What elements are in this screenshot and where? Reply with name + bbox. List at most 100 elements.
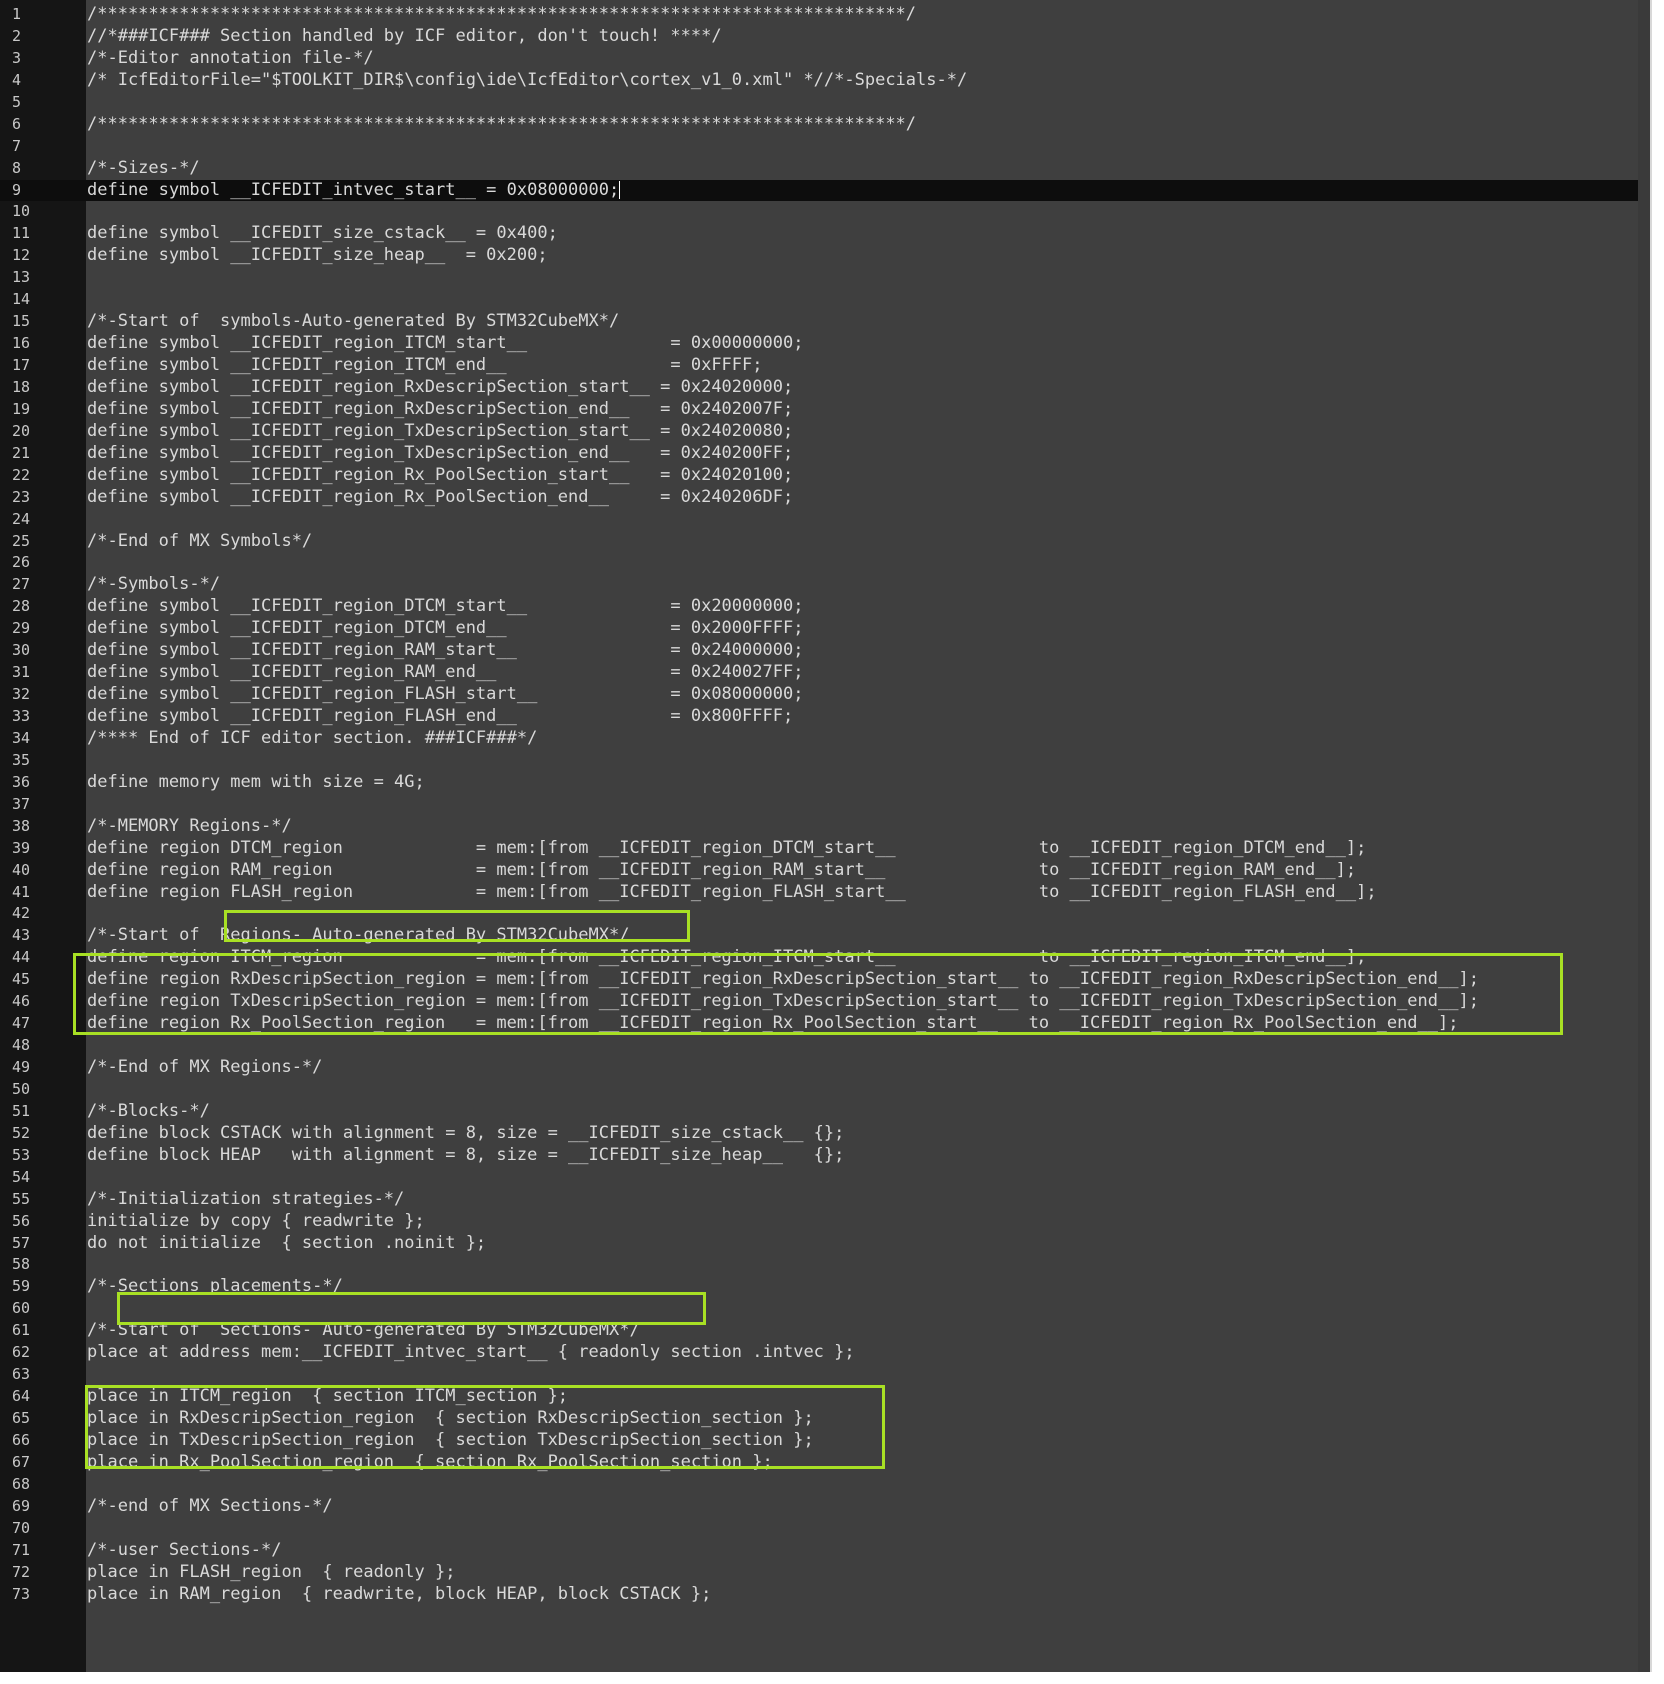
line-text[interactable]: /*-Symbols-*/ xyxy=(87,574,220,596)
code-line[interactable]: 73 place in RAM_region { readwrite, block… xyxy=(0,1584,1650,1606)
line-text[interactable]: define region FLASH_region = mem:[from _… xyxy=(87,882,1377,904)
line-text[interactable]: /*-Sizes-*/ xyxy=(87,158,200,180)
code-line[interactable]: 38 /*-MEMORY Regions-*/ xyxy=(0,816,1650,838)
code-line[interactable]: 1 /**************************************… xyxy=(0,4,1650,26)
code-line[interactable]: 64 place in ITCM_region { section ITCM_se… xyxy=(0,1386,1650,1408)
code-line[interactable]: 51 /*-Blocks-*/ xyxy=(0,1101,1650,1123)
line-text[interactable]: define symbol __ICFEDIT_region_RAM_start… xyxy=(87,640,803,662)
line-text[interactable]: /***************************************… xyxy=(87,4,916,26)
code-line[interactable]: 33 define symbol __ICFEDIT_region_FLASH_e… xyxy=(0,706,1650,728)
line-text[interactable]: define region RAM_region = mem:[from __I… xyxy=(87,860,1356,882)
line-text[interactable]: /*-user Sections-*/ xyxy=(87,1540,281,1562)
code-line[interactable]: 60 xyxy=(0,1298,1650,1320)
line-text[interactable]: define block CSTACK with alignment = 8, … xyxy=(87,1123,844,1145)
code-line[interactable]: 16 define symbol __ICFEDIT_region_ITCM_st… xyxy=(0,333,1650,355)
line-text[interactable]: define symbol __ICFEDIT_region_ITCM_end_… xyxy=(87,355,763,377)
line-text[interactable]: define region Rx_PoolSection_region = me… xyxy=(87,1013,1458,1035)
line-text[interactable]: define symbol __ICFEDIT_region_FLASH_sta… xyxy=(87,684,803,706)
line-text[interactable]: define region ITCM_region = mem:[from __… xyxy=(87,947,1366,969)
code-line[interactable]: 39 define region DTCM_region = mem:[from … xyxy=(0,838,1650,860)
code-line[interactable]: 34 /**** End of ICF editor section. ###IC… xyxy=(0,728,1650,750)
code-line[interactable]: 17 define symbol __ICFEDIT_region_ITCM_en… xyxy=(0,355,1650,377)
line-text[interactable]: do not initialize { section .noinit }; xyxy=(87,1233,486,1255)
code-line[interactable]: 31 define symbol __ICFEDIT_region_RAM_end… xyxy=(0,662,1650,684)
line-text[interactable]: /*-end of MX Sections-*/ xyxy=(87,1496,333,1518)
code-line[interactable]: 53 define block HEAP with alignment = 8, … xyxy=(0,1145,1650,1167)
code-line[interactable]: 22 define symbol __ICFEDIT_region_Rx_Pool… xyxy=(0,465,1650,487)
code-line[interactable]: 42 xyxy=(0,903,1650,925)
line-text[interactable]: /*-Sections placements-*/ xyxy=(87,1276,343,1298)
code-line[interactable]: 5 xyxy=(0,92,1650,114)
code-line[interactable]: 12 define symbol __ICFEDIT_size_heap__ = … xyxy=(0,245,1650,267)
line-text[interactable]: define symbol __ICFEDIT_region_RxDescrip… xyxy=(87,399,793,421)
code-line[interactable]: 44 define region ITCM_region = mem:[from … xyxy=(0,947,1650,969)
line-text[interactable]: /* IcfEditorFile="$TOOLKIT_DIR$\config\i… xyxy=(87,70,967,92)
code-line[interactable]: 35 xyxy=(0,750,1650,772)
line-text[interactable]: define region DTCM_region = mem:[from __… xyxy=(87,838,1366,860)
code-line[interactable]: 37 xyxy=(0,794,1650,816)
line-text[interactable]: define region RxDescripSection_region = … xyxy=(87,969,1479,991)
line-text[interactable]: /**** End of ICF editor section. ###ICF#… xyxy=(87,728,537,750)
line-text[interactable]: /*-Blocks-*/ xyxy=(87,1101,210,1123)
code-line[interactable]: 68 xyxy=(0,1474,1650,1496)
code-line[interactable]: 19 define symbol __ICFEDIT_region_RxDescr… xyxy=(0,399,1650,421)
line-text[interactable]: define symbol __ICFEDIT_region_TxDescrip… xyxy=(87,421,793,443)
line-text[interactable]: define symbol __ICFEDIT_region_Rx_PoolSe… xyxy=(87,465,793,487)
code-line[interactable]: 15 /*-Start of symbols-Auto-generated By … xyxy=(0,311,1650,333)
code-line[interactable]: 43 /*-Start of Regions- Auto-generated By… xyxy=(0,925,1650,947)
code-line[interactable]: 52 define block CSTACK with alignment = 8… xyxy=(0,1123,1650,1145)
code-line[interactable]: 70 xyxy=(0,1518,1650,1540)
line-text[interactable]: place in TxDescripSection_region { secti… xyxy=(87,1430,814,1452)
code-line[interactable]: 59 /*-Sections placements-*/ xyxy=(0,1276,1650,1298)
code-line[interactable]: 32 define symbol __ICFEDIT_region_FLASH_s… xyxy=(0,684,1650,706)
code-line[interactable]: 18 define symbol __ICFEDIT_region_RxDescr… xyxy=(0,377,1650,399)
code-line[interactable]: 10 xyxy=(0,201,1650,223)
line-text[interactable]: /*-Start of Regions- Auto-generated By S… xyxy=(87,925,629,947)
code-line[interactable]: 66 place in TxDescripSection_region { sec… xyxy=(0,1430,1650,1452)
code-line[interactable]: 65 place in RxDescripSection_region { sec… xyxy=(0,1408,1650,1430)
code-line[interactable]: 21 define symbol __ICFEDIT_region_TxDescr… xyxy=(0,443,1650,465)
line-text[interactable]: define symbol __ICFEDIT_region_Rx_PoolSe… xyxy=(87,487,793,509)
code-line[interactable]: 56 initialize by copy { readwrite }; xyxy=(0,1211,1650,1233)
code-line[interactable]: 20 define symbol __ICFEDIT_region_TxDescr… xyxy=(0,421,1650,443)
code-line[interactable]: 14 xyxy=(0,289,1650,311)
line-text[interactable]: define symbol __ICFEDIT_intvec_start__ =… xyxy=(87,180,621,202)
line-text[interactable]: /*-Initialization strategies-*/ xyxy=(87,1189,404,1211)
code-line[interactable]: 29 define symbol __ICFEDIT_region_DTCM_en… xyxy=(0,618,1650,640)
line-text[interactable]: define memory mem with size = 4G; xyxy=(87,772,425,794)
code-line[interactable]: 28 define symbol __ICFEDIT_region_DTCM_st… xyxy=(0,596,1650,618)
code-line[interactable]: 49 /*-End of MX Regions-*/ xyxy=(0,1057,1650,1079)
line-text[interactable]: place in Rx_PoolSection_region { section… xyxy=(87,1452,773,1474)
code-line[interactable]: 54 xyxy=(0,1167,1650,1189)
code-line[interactable]: 36 define memory mem with size = 4G; xyxy=(0,772,1650,794)
code-line[interactable]: 3 /*-Editor annotation file-*/ xyxy=(0,48,1650,70)
line-text[interactable]: place in RxDescripSection_region { secti… xyxy=(87,1408,814,1430)
line-text[interactable]: define symbol __ICFEDIT_size_cstack__ = … xyxy=(87,223,558,245)
line-text[interactable]: define symbol __ICFEDIT_region_RxDescrip… xyxy=(87,377,793,399)
code-line[interactable]: 6 /**************************************… xyxy=(0,114,1650,136)
code-line[interactable]: 58 xyxy=(0,1254,1650,1276)
line-text[interactable]: /*-Editor annotation file-*/ xyxy=(87,48,374,70)
line-text[interactable]: place in FLASH_region { readonly }; xyxy=(87,1562,455,1584)
code-line[interactable]: 11 define symbol __ICFEDIT_size_cstack__ … xyxy=(0,223,1650,245)
code-line[interactable]: 61 /*-Start of Sections- Auto-generated B… xyxy=(0,1320,1650,1342)
line-text[interactable]: place at address mem:__ICFEDIT_intvec_st… xyxy=(87,1342,855,1364)
line-text[interactable]: /***************************************… xyxy=(87,114,916,136)
code-line[interactable]: 23 define symbol __ICFEDIT_region_Rx_Pool… xyxy=(0,487,1650,509)
vertical-scrollbar[interactable] xyxy=(1638,0,1650,1672)
line-text[interactable]: define symbol __ICFEDIT_region_RAM_end__… xyxy=(87,662,803,684)
code-line[interactable]: 25 /*-End of MX Symbols*/ xyxy=(0,531,1650,553)
line-text[interactable]: /*-End of MX Regions-*/ xyxy=(87,1057,322,1079)
code-line[interactable]: 40 define region RAM_region = mem:[from _… xyxy=(0,860,1650,882)
line-text[interactable]: define symbol __ICFEDIT_region_FLASH_end… xyxy=(87,706,793,728)
line-text[interactable]: /*-End of MX Symbols*/ xyxy=(87,531,312,553)
code-line[interactable]: 69 /*-end of MX Sections-*/ xyxy=(0,1496,1650,1518)
code-line[interactable]: 46 define region TxDescripSection_region … xyxy=(0,991,1650,1013)
code-line[interactable]: 47 define region Rx_PoolSection_region = … xyxy=(0,1013,1650,1035)
line-text[interactable]: define block HEAP with alignment = 8, si… xyxy=(87,1145,844,1167)
code-line[interactable]: 4 /* IcfEditorFile="$TOOLKIT_DIR$\config\… xyxy=(0,70,1650,92)
line-text[interactable]: /*-Start of symbols-Auto-generated By ST… xyxy=(87,311,619,333)
line-text[interactable]: define region TxDescripSection_region = … xyxy=(87,991,1479,1013)
code-line[interactable]: 41 define region FLASH_region = mem:[from… xyxy=(0,882,1650,904)
code-line[interactable]: 71 /*-user Sections-*/ xyxy=(0,1540,1650,1562)
